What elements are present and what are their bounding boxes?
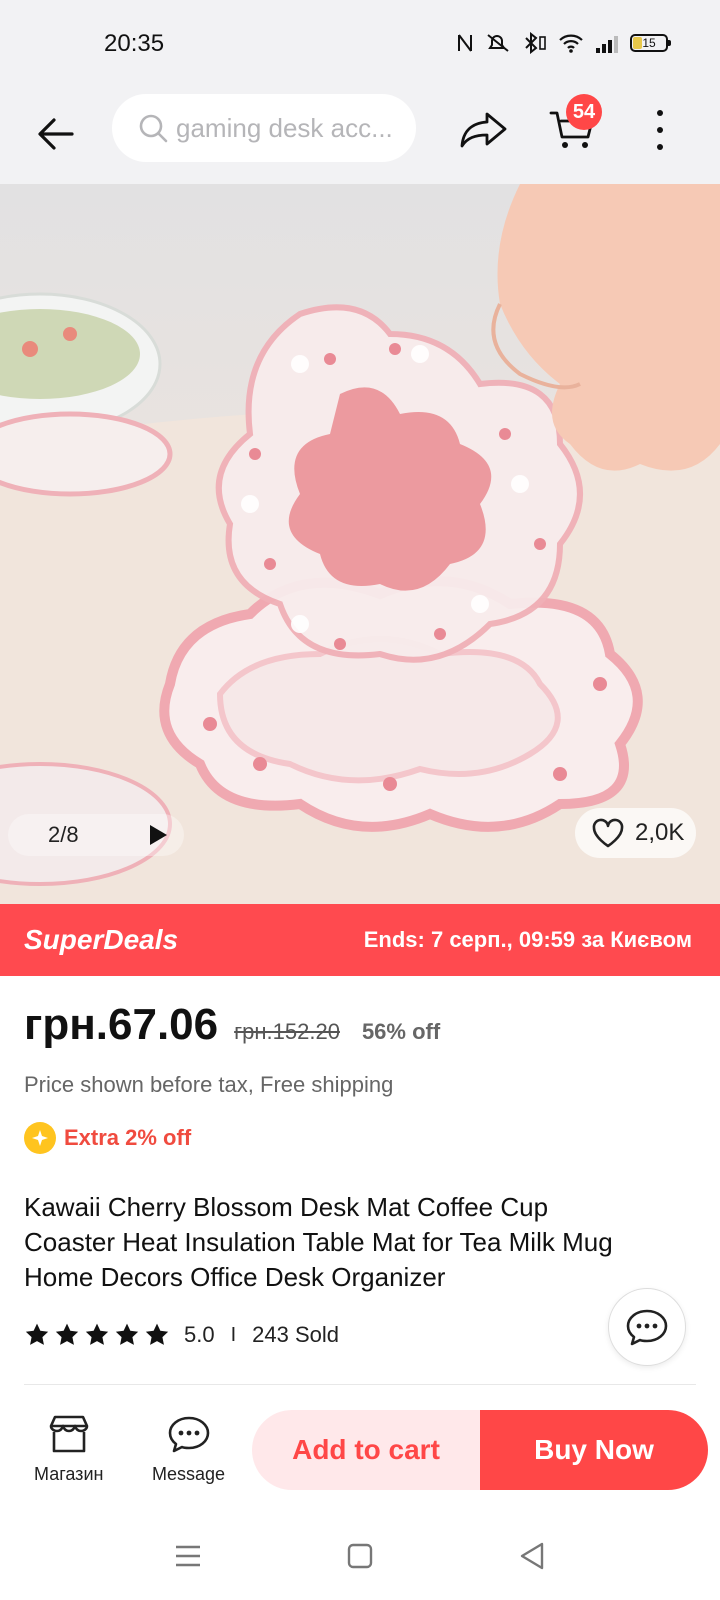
image-counter-text: 2/8 bbox=[48, 822, 79, 847]
play-icon bbox=[150, 825, 167, 845]
back-system-button[interactable] bbox=[512, 1538, 552, 1574]
extra-discount-label: Extra 2% off bbox=[64, 1125, 192, 1150]
back-arrow-icon bbox=[38, 118, 74, 150]
search-bar[interactable] bbox=[112, 94, 416, 162]
system-nav-bar bbox=[0, 1510, 720, 1600]
superdeals-banner: SuperDeals Ends: 7 серп., 09:59 за Києво… bbox=[0, 904, 720, 976]
rating-value: 5.0 bbox=[184, 1322, 215, 1347]
heart-icon bbox=[592, 818, 624, 848]
mute-icon bbox=[487, 34, 509, 52]
back-triangle-icon bbox=[520, 1542, 544, 1570]
bluetooth-icon bbox=[525, 32, 546, 54]
chat-icon bbox=[626, 1309, 668, 1346]
current-price: грн.67.06 bbox=[24, 1000, 219, 1049]
bottom-action-bar: Магазин Message Add to cart Buy Now bbox=[0, 1390, 720, 1510]
add-to-cart-button[interactable]: Add to cart bbox=[252, 1410, 480, 1490]
discount-percent: 56% off bbox=[361, 1019, 441, 1044]
home-square-icon bbox=[347, 1543, 373, 1569]
recents-button[interactable] bbox=[168, 1538, 208, 1574]
star-icon bbox=[25, 1323, 49, 1345]
product-image-gallery[interactable]: 2/8 2,0K bbox=[0, 184, 720, 904]
star-icon bbox=[115, 1323, 139, 1345]
share-icon bbox=[460, 112, 507, 148]
product-photo bbox=[0, 184, 720, 904]
divider bbox=[24, 1384, 696, 1385]
status-bar: 20:35 15 bbox=[0, 0, 720, 90]
message-icon bbox=[168, 1416, 209, 1453]
coin-icon bbox=[24, 1122, 56, 1154]
cart-count-badge: 54 bbox=[566, 94, 602, 130]
status-time: 20:35 bbox=[104, 30, 165, 57]
buy-now-button[interactable]: Buy Now bbox=[480, 1410, 708, 1490]
nfc-icon bbox=[458, 34, 472, 52]
store-button[interactable]: Магазин bbox=[34, 1414, 103, 1485]
status-icons: 15 bbox=[456, 32, 671, 54]
rating-row[interactable]: 5.0 I 243 Sold bbox=[24, 1322, 339, 1348]
share-button[interactable] bbox=[456, 104, 512, 156]
rating-separator: I bbox=[230, 1323, 237, 1346]
wifi-icon bbox=[559, 34, 583, 53]
store-icon bbox=[49, 1415, 89, 1453]
product-title: Kawaii Cherry Blossom Desk Mat Coffee Cu… bbox=[24, 1192, 613, 1292]
home-button[interactable] bbox=[340, 1538, 380, 1574]
tax-shipping-note: Price shown before tax, Free shipping bbox=[24, 1072, 394, 1097]
store-label: Магазин bbox=[34, 1464, 104, 1484]
more-menu-button[interactable] bbox=[644, 106, 676, 154]
superdeals-logo: SuperDeals bbox=[24, 924, 179, 955]
extra-discount[interactable]: Extra 2% off bbox=[24, 1122, 191, 1154]
price-row: грн.67.06 грн.152.20 56% off bbox=[24, 1000, 440, 1050]
original-price: грн.152.20 bbox=[234, 1019, 340, 1044]
chat-seller-button[interactable] bbox=[608, 1288, 686, 1366]
battery-icon: 15 bbox=[630, 34, 671, 52]
message-label: Message bbox=[152, 1464, 226, 1484]
wishlist-button[interactable]: 2,0K bbox=[575, 808, 696, 858]
back-button[interactable] bbox=[32, 110, 80, 158]
star-icon bbox=[85, 1323, 109, 1345]
more-vertical-icon bbox=[657, 110, 663, 116]
star-icon bbox=[145, 1323, 169, 1345]
signal-icon bbox=[596, 36, 618, 53]
message-button[interactable]: Message bbox=[152, 1414, 225, 1485]
battery-level: 15 bbox=[642, 36, 656, 50]
search-input[interactable] bbox=[176, 112, 406, 144]
menu-icon bbox=[176, 1545, 200, 1567]
star-rating bbox=[24, 1322, 170, 1348]
star-icon bbox=[55, 1323, 79, 1345]
search-icon bbox=[139, 114, 168, 143]
wishlist-count: 2,0K bbox=[635, 819, 685, 846]
deal-end-time: Ends: 7 серп., 09:59 за Києвом bbox=[363, 927, 692, 952]
play-video-button[interactable] bbox=[136, 814, 180, 856]
sold-count: 243 Sold bbox=[252, 1322, 340, 1347]
top-nav: 54 bbox=[0, 90, 720, 184]
